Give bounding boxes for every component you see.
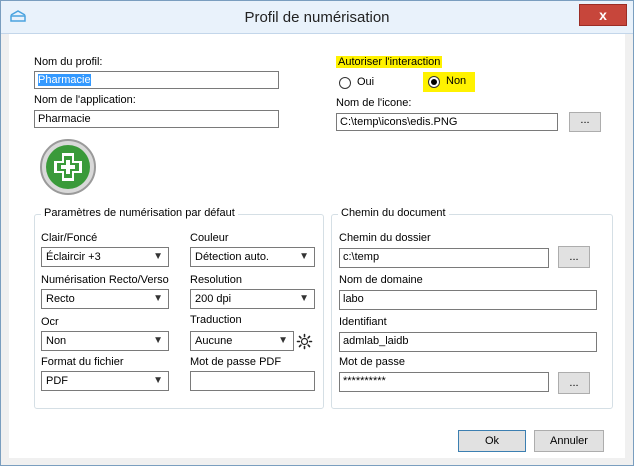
app-name-label: Nom de l'application:	[34, 94, 136, 106]
traduction-label: Traduction	[190, 314, 242, 326]
close-button[interactable]: x	[579, 4, 627, 26]
domain-input[interactable]: labo	[339, 290, 597, 310]
resolution-select[interactable]: 200 dpi ▼	[190, 289, 315, 309]
icon-path-input[interactable]: C:\temp\icons\edis.PNG	[336, 113, 558, 131]
ocr-label: Ocr	[41, 316, 59, 328]
couleur-label: Couleur	[190, 232, 229, 244]
cancel-button[interactable]: Annuler	[534, 430, 604, 452]
chevron-down-icon: ▼	[278, 335, 288, 346]
resolution-value: 200 dpi	[195, 293, 232, 305]
recto-value: Recto	[46, 293, 75, 305]
chevron-down-icon: ▼	[153, 375, 163, 386]
folder-path-input[interactable]: c:\temp	[339, 248, 549, 268]
pdf-password-label: Mot de passe PDF	[190, 356, 282, 368]
chevron-down-icon: ▼	[299, 251, 309, 262]
folder-browse-button[interactable]: ...	[558, 246, 590, 268]
clair-select[interactable]: Éclaircir +3 ▼	[41, 247, 169, 267]
password-browse-button[interactable]: ...	[558, 372, 590, 394]
icon-name-label: Nom de l'icone:	[336, 97, 412, 109]
ok-button[interactable]: Ok	[458, 430, 526, 452]
chevron-down-icon: ▼	[153, 335, 163, 346]
allow-interaction-label: Autoriser l'interaction	[336, 56, 443, 68]
format-select[interactable]: PDF ▼	[41, 371, 169, 391]
radio-oui[interactable]	[339, 77, 351, 89]
recto-label: Numérisation Recto/Verso	[41, 274, 169, 286]
format-label: Format du fichier	[41, 356, 124, 368]
couleur-select[interactable]: Détection auto. ▼	[190, 247, 315, 267]
traduction-value: Aucune	[195, 335, 233, 347]
dialog-window: Profil de numérisation x Nom du profil: …	[0, 0, 634, 466]
window-title: Profil de numérisation	[244, 9, 390, 26]
chevron-down-icon: ▼	[153, 251, 163, 262]
profile-name-input[interactable]: Pharmacie	[34, 71, 279, 89]
format-value: PDF	[46, 375, 68, 387]
profile-name-value: Pharmacie	[38, 74, 91, 86]
ocr-select[interactable]: Non ▼	[41, 331, 169, 351]
chevron-down-icon: ▼	[153, 293, 163, 304]
title-bar[interactable]: Profil de numérisation x	[1, 1, 633, 34]
radio-oui-label: Oui	[357, 76, 375, 88]
recto-select[interactable]: Recto ▼	[41, 289, 169, 309]
pharmacy-logo	[40, 139, 96, 195]
traduction-select[interactable]: Aucune ▼	[190, 331, 294, 351]
resolution-label: Resolution	[190, 274, 242, 286]
scan-settings-title: Paramètres de numérisation par défaut	[41, 207, 238, 219]
document-path-title: Chemin du document	[338, 207, 449, 219]
folder-path-label: Chemin du dossier	[339, 232, 431, 244]
clair-value: Éclaircir +3	[46, 251, 101, 263]
password-label: Mot de passe	[339, 356, 406, 368]
dialog-body: Nom du profil: Pharmacie Nom de l'applic…	[9, 34, 625, 458]
identifier-input[interactable]: admlab_laidb	[339, 332, 597, 352]
radio-non-label: Non	[446, 75, 467, 87]
gear-icon[interactable]	[296, 333, 313, 350]
password-input[interactable]: **********	[339, 372, 549, 392]
clair-label: Clair/Foncé	[41, 232, 98, 244]
profile-name-label: Nom du profil:	[34, 56, 103, 68]
couleur-value: Détection auto.	[195, 251, 269, 263]
ocr-value: Non	[46, 335, 67, 347]
radio-non[interactable]	[428, 76, 440, 88]
pdf-password-input[interactable]	[190, 371, 315, 391]
app-name-input[interactable]: Pharmacie	[34, 110, 279, 128]
icon-browse-button[interactable]: ...	[569, 112, 601, 132]
identifier-label: Identifiant	[339, 316, 387, 328]
chevron-down-icon: ▼	[299, 293, 309, 304]
domain-label: Nom de domaine	[339, 274, 423, 286]
